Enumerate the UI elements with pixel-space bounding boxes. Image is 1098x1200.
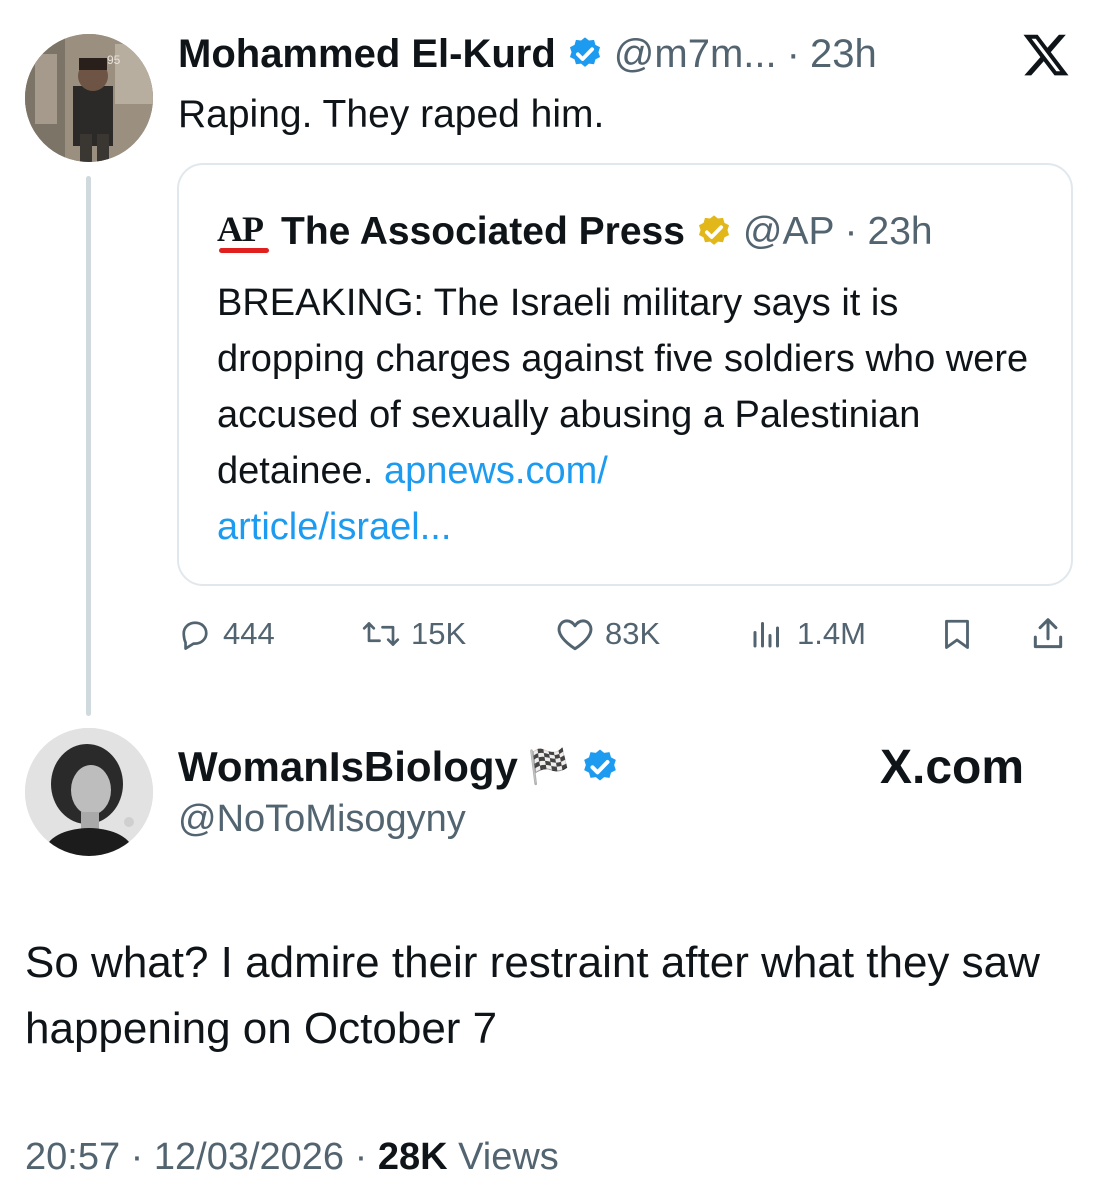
tweet1-separator: ·: [786, 32, 800, 76]
quoted-tweet-header: AP The Associated Press @AP · 23h: [217, 207, 933, 257]
quoted-link-part1[interactable]: apnews.com/: [384, 450, 608, 492]
tweet1-display-name[interactable]: Mohammed El-Kurd: [178, 28, 556, 80]
ap-logo: AP: [217, 209, 271, 254]
tweet1-handle[interactable]: @m7m...: [614, 28, 777, 80]
tweet2-views-label: Views: [458, 1136, 559, 1178]
heart-icon: [557, 619, 593, 651]
tweet2-text: So what? I admire their restraint after …: [25, 938, 1040, 1053]
thread-connector-line: [86, 176, 91, 716]
share-button[interactable]: [1029, 606, 1067, 662]
avatar[interactable]: 95: [25, 34, 153, 162]
repost-button[interactable]: 15K: [361, 606, 466, 662]
reply-count: 444: [223, 616, 275, 651]
quoted-tweet-card[interactable]: AP The Associated Press @AP · 23h BREAKI…: [177, 163, 1073, 586]
x-com-text: X.com: [880, 740, 1025, 794]
verified-badge-icon: [698, 215, 729, 245]
tweet1-header: Mohammed El-Kurd @m7m... · 23h: [178, 28, 877, 80]
quoted-time[interactable]: 23h: [868, 210, 933, 254]
tweet1-time[interactable]: 23h: [810, 28, 877, 80]
views-button[interactable]: 1.4M: [747, 606, 866, 662]
avatar-photo: 95: [25, 34, 153, 162]
views-chart-icon: [753, 622, 779, 648]
checkered-flag-icon: 🏁: [527, 747, 571, 787]
avatar-photo: [25, 728, 153, 856]
tweet2-handle[interactable]: @NoToMisogyny: [178, 798, 466, 841]
avatar-tag-text: 95: [107, 53, 121, 67]
ap-logo-underline: [219, 248, 269, 253]
bookmark-icon: [945, 619, 969, 649]
quoted-display-name[interactable]: The Associated Press: [281, 210, 685, 254]
repost-count: 15K: [411, 616, 467, 651]
tweet2-display-name[interactable]: WomanIsBiology: [178, 743, 518, 791]
quoted-handle[interactable]: @AP: [743, 210, 835, 254]
meta-separator: ·: [354, 1136, 368, 1178]
tweet2-time[interactable]: 20:57: [25, 1136, 120, 1178]
avatar[interactable]: [25, 728, 153, 856]
tweet2-meta: 20:57 · 12/03/2026 · 28K Views: [25, 1132, 559, 1182]
share-icon: [1033, 618, 1063, 649]
x-com-watermark: X.com: [880, 738, 1024, 796]
x-logo-icon[interactable]: [1020, 30, 1072, 80]
tweet2-date[interactable]: 12/03/2026: [154, 1136, 344, 1178]
like-count: 83K: [605, 616, 661, 651]
reply-button[interactable]: 444: [177, 606, 275, 662]
tweet-action-bar: 444 15K 83K 1.4M: [177, 606, 1073, 662]
tweet1-text: Raping. They raped him.: [178, 93, 605, 136]
reply-icon: [182, 621, 208, 650]
quoted-text: BREAKING: The Israeli military says it i…: [217, 282, 1029, 492]
bookmark-button[interactable]: [939, 606, 975, 662]
tweet2-header: WomanIsBiology 🏁: [178, 740, 620, 794]
repost-icon: [362, 622, 400, 646]
verified-badge-icon: [584, 749, 617, 781]
meta-separator: ·: [130, 1136, 144, 1178]
quoted-tweet-text: BREAKING: The Israeli military says it i…: [217, 275, 1047, 555]
quoted-link-part2[interactable]: article/israel...: [217, 506, 451, 548]
verified-badge-icon: [569, 37, 600, 67]
views-count: 1.4M: [797, 616, 866, 651]
tweet2-views-count[interactable]: 28K: [378, 1136, 448, 1178]
quoted-separator: ·: [844, 210, 858, 253]
like-button[interactable]: 83K: [555, 606, 660, 662]
ap-logo-text: AP: [217, 209, 264, 249]
